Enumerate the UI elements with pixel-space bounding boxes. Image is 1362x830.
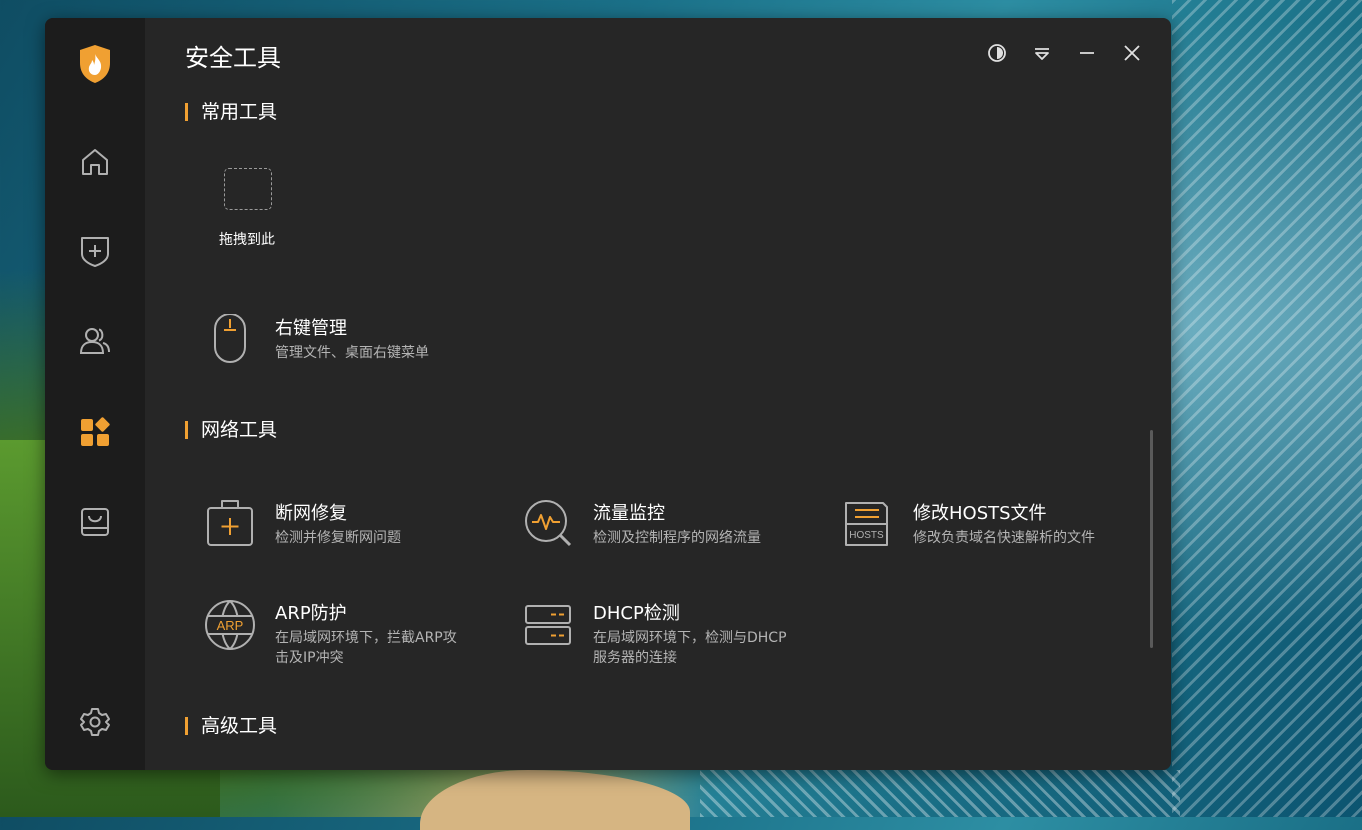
wallpaper-waves bbox=[1172, 0, 1362, 817]
sidebar-box-button[interactable] bbox=[75, 504, 115, 544]
home-icon bbox=[79, 146, 111, 182]
tool-dhcp-check[interactable]: DHCP检测 在局域网环境下，检测与DHCP 服务器的连接 bbox=[523, 599, 803, 671]
close-icon bbox=[1122, 43, 1142, 67]
svg-text:ARP: ARP bbox=[217, 618, 244, 633]
tool-arp-protection[interactable]: ARP ARP防护 在局域网环境下，拦截ARP攻 击及IP冲突 bbox=[205, 599, 485, 671]
theme-toggle-button[interactable] bbox=[985, 43, 1009, 67]
shield-plus-icon bbox=[79, 234, 111, 272]
first-aid-kit-icon bbox=[205, 499, 257, 551]
drop-zone-label: 拖拽到此 bbox=[219, 232, 275, 248]
drop-zone[interactable]: 拖拽到此 bbox=[215, 166, 325, 251]
inbox-tray-icon bbox=[79, 506, 111, 542]
hosts-folder-icon: HOSTS bbox=[843, 499, 895, 551]
page-title: 安全工具 bbox=[185, 44, 281, 72]
sidebar-protection-button[interactable] bbox=[75, 233, 115, 273]
tool-desc-line1: 在局域网环境下，检测与DHCP bbox=[593, 630, 787, 646]
tool-desc: 在局域网环境下，拦截ARP攻 击及IP冲突 bbox=[275, 628, 457, 668]
dropdown-menu-icon bbox=[1032, 43, 1052, 67]
main-content: 安全工具 常用工具 拖拽到此 右键管理 管理文件、桌面右键菜单 网络工具 断网修… bbox=[145, 18, 1171, 770]
scrollbar-thumb[interactable] bbox=[1150, 430, 1153, 648]
tool-desc: 在局域网环境下，检测与DHCP 服务器的连接 bbox=[593, 628, 787, 668]
tool-desc-line2: 服务器的连接 bbox=[593, 650, 677, 666]
drop-zone-box bbox=[224, 168, 272, 210]
minimize-button[interactable] bbox=[1075, 43, 1099, 67]
menu-dropdown-button[interactable] bbox=[1030, 43, 1054, 67]
sidebar-tools-button[interactable] bbox=[75, 414, 115, 454]
close-button[interactable] bbox=[1120, 43, 1144, 67]
tool-desc-line2: 击及IP冲突 bbox=[275, 650, 344, 666]
arp-globe-icon: ARP bbox=[205, 599, 257, 651]
tool-name: ARP防护 bbox=[275, 603, 347, 624]
security-tools-window: 安全工具 常用工具 拖拽到此 右键管理 管理文件、桌面右键菜单 网络工具 断网修… bbox=[45, 18, 1171, 770]
server-icon bbox=[523, 599, 575, 651]
users-icon bbox=[78, 325, 112, 361]
sidebar-settings-button[interactable] bbox=[75, 704, 115, 744]
tool-desc: 检测并修复断网问题 bbox=[275, 530, 401, 546]
sidebar-users-button[interactable] bbox=[75, 323, 115, 363]
tool-name: DHCP检测 bbox=[593, 603, 680, 624]
section-title-common: 常用工具 bbox=[185, 101, 277, 123]
tool-name: 流量监控 bbox=[593, 503, 665, 524]
tool-desc: 修改负责域名快速解析的文件 bbox=[913, 530, 1095, 546]
wallpaper-beach bbox=[420, 770, 690, 830]
settings-gear-icon bbox=[79, 706, 111, 742]
tool-desc: 管理文件、桌面右键菜单 bbox=[275, 345, 429, 361]
tool-desc: 检测及控制程序的网络流量 bbox=[593, 530, 761, 546]
mouse-icon bbox=[205, 313, 257, 366]
sidebar bbox=[45, 18, 145, 770]
tool-network-repair[interactable]: 断网修复 检测并修复断网问题 bbox=[205, 499, 485, 551]
wallpaper-waves-bottom bbox=[700, 770, 1180, 817]
svg-text:HOSTS: HOSTS bbox=[849, 530, 884, 541]
section-title-advanced: 高级工具 bbox=[185, 715, 277, 737]
contrast-icon bbox=[987, 43, 1007, 67]
tool-name: 断网修复 bbox=[275, 503, 347, 524]
minimize-icon bbox=[1077, 43, 1097, 67]
tool-traffic-monitor[interactable]: 流量监控 检测及控制程序的网络流量 bbox=[523, 499, 803, 551]
traffic-search-icon bbox=[523, 499, 575, 551]
apps-icon bbox=[79, 416, 111, 452]
tool-desc-line1: 在局域网环境下，拦截ARP攻 bbox=[275, 630, 457, 646]
sidebar-home-button[interactable] bbox=[75, 144, 115, 184]
section-title-network: 网络工具 bbox=[185, 419, 277, 441]
tool-right-click-manager[interactable]: 右键管理 管理文件、桌面右键菜单 bbox=[205, 313, 505, 366]
tool-name: 右键管理 bbox=[275, 318, 347, 339]
app-logo-shield-icon bbox=[78, 44, 112, 88]
tool-name: 修改HOSTS文件 bbox=[913, 503, 1047, 524]
tool-edit-hosts[interactable]: HOSTS 修改HOSTS文件 修改负责域名快速解析的文件 bbox=[843, 499, 1143, 551]
